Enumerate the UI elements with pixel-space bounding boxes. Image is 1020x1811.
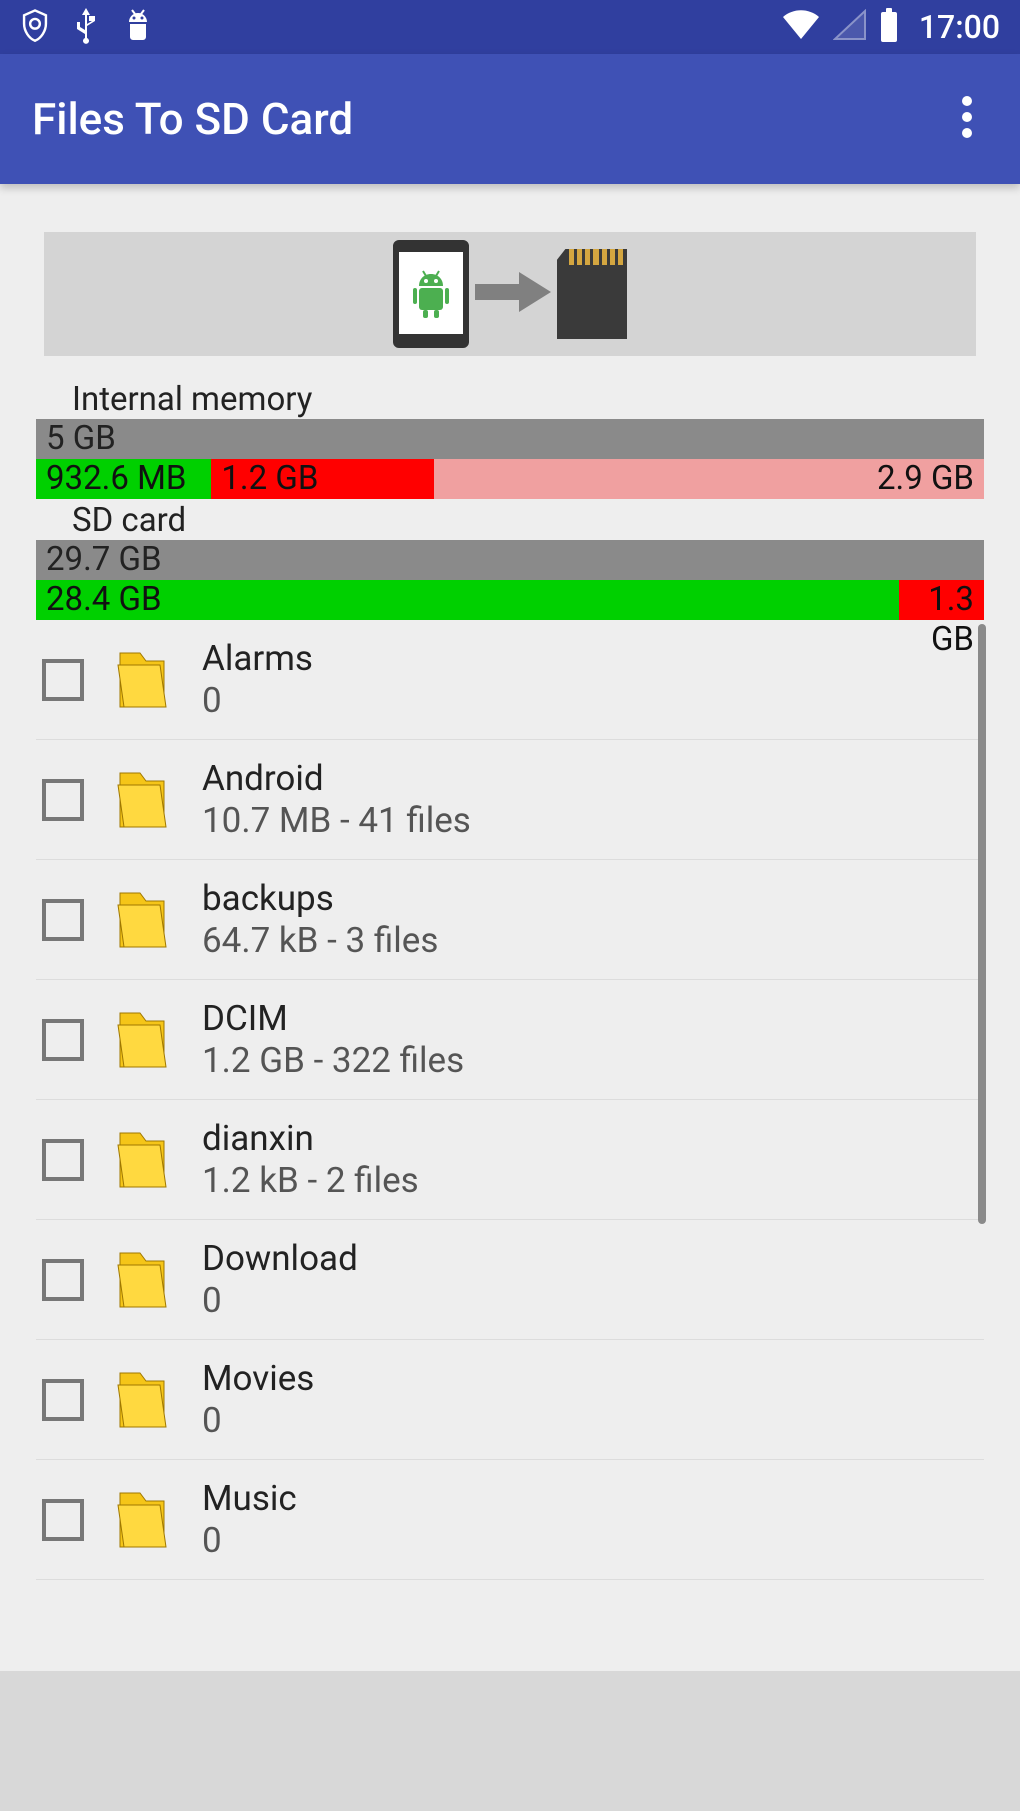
file-checkbox[interactable] [42,1379,84,1421]
file-desc: 1.2 GB - 322 files [202,1040,984,1082]
file-name: Download [202,1238,984,1280]
folder-icon [116,885,172,955]
folder-icon [116,645,172,715]
internal-total-bar: 5 GB [36,419,984,459]
internal-red-segment: 1.2 GB [211,459,434,499]
file-name: Movies [202,1358,984,1400]
sd-green-segment: 28.4 GB [36,580,899,620]
battery-icon [879,8,899,46]
sd-card-icon [557,249,627,339]
folder-icon [116,1485,172,1555]
folder-icon [116,1005,172,1075]
app-bar: Files To SD Card [0,54,1020,184]
file-desc: 10.7 MB - 41 files [202,800,984,842]
file-checkbox[interactable] [42,1139,84,1181]
file-desc: 0 [202,1400,984,1442]
sd-usage-bar: 28.4 GB 1.3 GB [36,580,984,620]
internal-memory-label: Internal memory [36,380,984,419]
file-name: dianxin [202,1118,984,1160]
internal-green-segment: 932.6 MB [36,459,211,499]
folder-icon [116,1125,172,1195]
usb-icon [74,6,98,48]
file-desc: 0 [202,1520,984,1562]
cell-signal-icon [833,9,867,45]
file-desc: 0 [202,1280,984,1322]
status-bar: 17:00 [0,0,1020,54]
file-checkbox[interactable] [42,659,84,701]
file-row[interactable]: Download 0 [36,1220,984,1340]
file-row[interactable]: Android 10.7 MB - 41 files [36,740,984,860]
file-row[interactable]: Music 0 [36,1460,984,1580]
internal-usage-bar: 932.6 MB 1.2 GB 2.9 GB [36,459,984,499]
internal-free-segment: 2.9 GB [434,459,984,499]
status-time: 17:00 [919,8,1000,46]
sd-red-segment: 1.3 GB [899,580,984,620]
app-title: Files To SD Card [32,93,353,145]
file-name: Music [202,1478,984,1520]
file-row[interactable]: DCIM 1.2 GB - 322 files [36,980,984,1100]
sd-card-label: SD card [36,501,984,540]
android-debug-icon [122,7,154,47]
file-checkbox[interactable] [42,1259,84,1301]
sd-total-bar: 29.7 GB [36,540,984,580]
file-row[interactable]: dianxin 1.2 kB - 2 files [36,1100,984,1220]
file-name: Alarms [202,638,984,680]
wifi-icon [781,9,821,45]
folder-icon [116,765,172,835]
folder-icon [116,1365,172,1435]
folder-icon [116,1245,172,1315]
file-name: backups [202,878,984,920]
file-desc: 64.7 kB - 3 files [202,920,984,962]
bottom-ad-area [0,1671,1020,1811]
main-content: Internal memory 5 GB 932.6 MB 1.2 GB 2.9… [0,232,1020,1580]
file-checkbox[interactable] [42,1019,84,1061]
shield-icon [20,8,50,46]
transfer-banner[interactable] [44,232,976,356]
file-row[interactable]: Alarms 0 [36,620,984,740]
file-name: DCIM [202,998,984,1040]
file-checkbox[interactable] [42,779,84,821]
file-name: Android [202,758,984,800]
file-list: Alarms 0 Android 10.7 MB - 41 files back… [36,620,984,1580]
file-row[interactable]: backups 64.7 kB - 3 files [36,860,984,980]
arrow-right-icon [473,267,553,321]
file-checkbox[interactable] [42,899,84,941]
file-desc: 0 [202,680,984,722]
file-desc: 1.2 kB - 2 files [202,1160,984,1202]
scrollbar[interactable] [978,624,986,1224]
overflow-menu-button[interactable] [946,80,988,158]
phone-icon [393,240,469,348]
file-checkbox[interactable] [42,1499,84,1541]
file-row[interactable]: Movies 0 [36,1340,984,1460]
